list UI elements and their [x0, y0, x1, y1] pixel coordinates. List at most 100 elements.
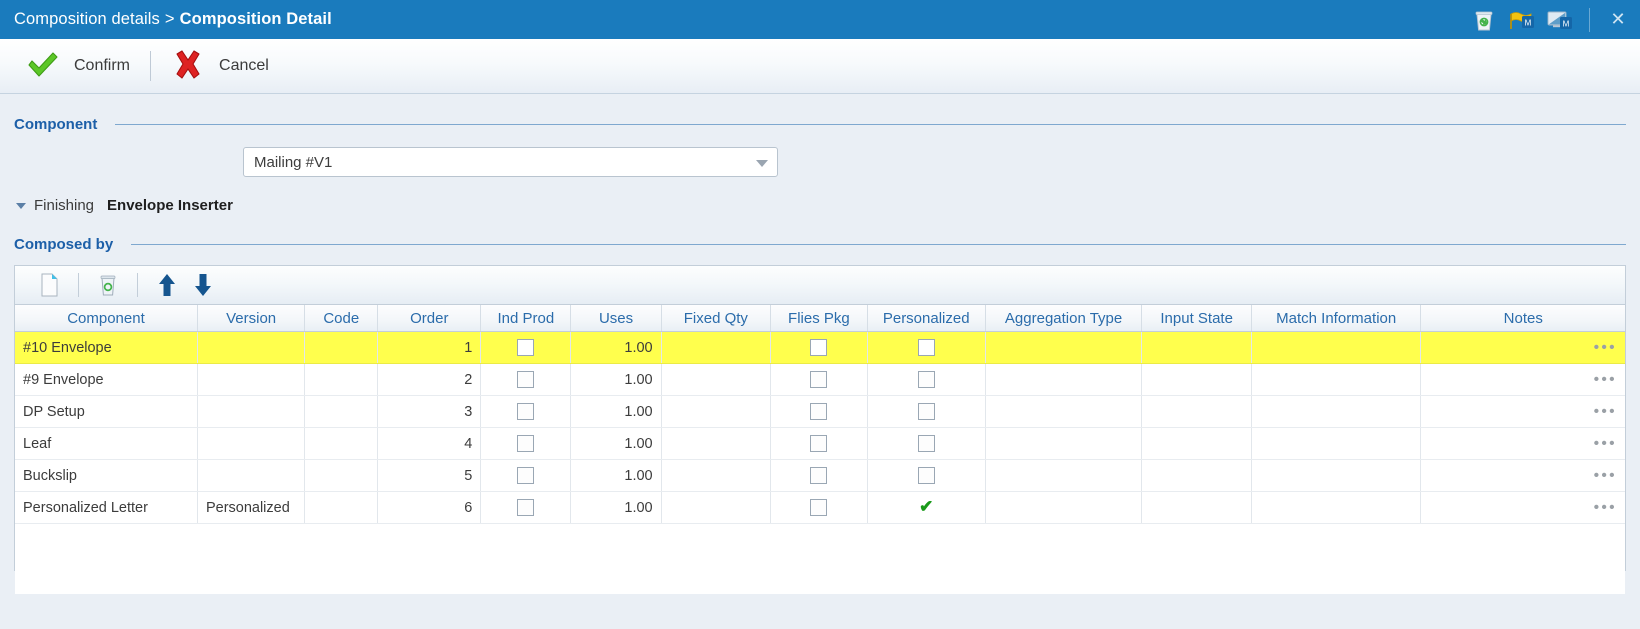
- cell-component[interactable]: Leaf: [15, 427, 198, 460]
- table-row[interactable]: #9 Envelope 2 1.00 •••: [15, 363, 1625, 396]
- notes-ellipsis-button[interactable]: •••: [1594, 467, 1617, 484]
- cell-order[interactable]: 6: [377, 491, 482, 524]
- cell-code[interactable]: [304, 459, 379, 492]
- cell-aggregation-type[interactable]: [985, 331, 1143, 364]
- cell-version[interactable]: [197, 331, 306, 364]
- cell-notes[interactable]: •••: [1420, 459, 1625, 492]
- cell-personalized-box[interactable]: [917, 403, 935, 420]
- col-personalized[interactable]: Personalized: [867, 305, 986, 332]
- confirm-button[interactable]: Confirm: [18, 44, 138, 88]
- cell-version[interactable]: [197, 459, 306, 492]
- cell-input-state[interactable]: [1141, 331, 1252, 364]
- cell-ind-prod-box[interactable]: [517, 499, 535, 516]
- col-version[interactable]: Version: [197, 305, 306, 332]
- cell-notes[interactable]: •••: [1420, 331, 1625, 364]
- chevron-down-icon[interactable]: [756, 160, 768, 167]
- col-uses[interactable]: Uses: [570, 305, 662, 332]
- cell-input-state[interactable]: [1141, 491, 1252, 524]
- cell-uses[interactable]: 1.00: [570, 491, 662, 524]
- cell-component[interactable]: Buckslip: [15, 459, 198, 492]
- cell-order[interactable]: 4: [377, 427, 482, 460]
- cell-input-state[interactable]: [1141, 459, 1252, 492]
- col-input-state[interactable]: Input State: [1141, 305, 1252, 332]
- cell-uses[interactable]: 1.00: [570, 363, 662, 396]
- arrow-down-icon[interactable]: [185, 268, 221, 302]
- cell-component[interactable]: DP Setup: [15, 395, 198, 428]
- arrow-up-icon[interactable]: [149, 268, 185, 302]
- cell-aggregation-type[interactable]: [985, 363, 1143, 396]
- cell-flies-pkg[interactable]: [770, 395, 868, 428]
- cell-flies-pkg-box[interactable]: [810, 467, 828, 484]
- col-order[interactable]: Order: [377, 305, 482, 332]
- cell-personalized[interactable]: [867, 395, 986, 428]
- notes-ellipsis-button[interactable]: •••: [1594, 499, 1617, 516]
- notes-ellipsis-button[interactable]: •••: [1594, 371, 1617, 388]
- cell-fixed-qty[interactable]: [661, 331, 772, 364]
- cell-code[interactable]: [304, 491, 379, 524]
- cell-personalized-box[interactable]: [917, 467, 935, 484]
- cell-flies-pkg[interactable]: [770, 331, 868, 364]
- cell-notes[interactable]: •••: [1420, 395, 1625, 428]
- cell-flies-pkg-box[interactable]: [810, 435, 828, 452]
- close-icon[interactable]: ✕: [1596, 0, 1640, 39]
- trash-bin-icon[interactable]: [1465, 0, 1503, 39]
- cell-ind-prod-box[interactable]: [517, 435, 535, 452]
- cell-version[interactable]: [197, 427, 306, 460]
- breadcrumb-parent[interactable]: Composition details: [14, 10, 160, 28]
- cancel-button[interactable]: Cancel: [163, 44, 277, 88]
- new-document-icon[interactable]: [31, 268, 67, 302]
- col-match-information[interactable]: Match Information: [1251, 305, 1422, 332]
- cell-version[interactable]: Personalized: [197, 491, 306, 524]
- cell-order[interactable]: 3: [377, 395, 482, 428]
- cell-personalized[interactable]: [867, 363, 986, 396]
- cell-flies-pkg[interactable]: [770, 459, 868, 492]
- cell-match-information[interactable]: [1251, 331, 1422, 364]
- col-flies-pkg[interactable]: Flies Pkg: [770, 305, 868, 332]
- cell-aggregation-type[interactable]: [985, 427, 1143, 460]
- cell-aggregation-type[interactable]: [985, 459, 1143, 492]
- cell-match-information[interactable]: [1251, 459, 1422, 492]
- col-ind-prod[interactable]: Ind Prod: [480, 305, 572, 332]
- cell-personalized-box[interactable]: [917, 435, 935, 452]
- cell-component[interactable]: #9 Envelope: [15, 363, 198, 396]
- cell-flies-pkg-box[interactable]: [810, 499, 828, 516]
- table-row[interactable]: #10 Envelope 1 1.00 •••: [15, 331, 1625, 364]
- cell-match-information[interactable]: [1251, 363, 1422, 396]
- cell-version[interactable]: [197, 395, 306, 428]
- delete-trash-icon[interactable]: [90, 268, 126, 302]
- screen-badge-icon[interactable]: M: [1541, 0, 1579, 39]
- cell-version[interactable]: [197, 363, 306, 396]
- cell-uses[interactable]: 1.00: [570, 427, 662, 460]
- cell-uses[interactable]: 1.00: [570, 395, 662, 428]
- cell-personalized-box[interactable]: [917, 371, 935, 388]
- cell-input-state[interactable]: [1141, 427, 1252, 460]
- cell-match-information[interactable]: [1251, 427, 1422, 460]
- component-dropdown[interactable]: Mailing #V1: [243, 147, 778, 177]
- cell-ind-prod-box[interactable]: [517, 339, 535, 356]
- cell-flies-pkg-box[interactable]: [810, 403, 828, 420]
- cell-ind-prod-box[interactable]: [517, 467, 535, 484]
- cell-code[interactable]: [304, 427, 379, 460]
- cell-fixed-qty[interactable]: [661, 395, 772, 428]
- cell-order[interactable]: 5: [377, 459, 482, 492]
- cell-input-state[interactable]: [1141, 395, 1252, 428]
- cell-personalized-box[interactable]: [917, 339, 935, 356]
- cell-match-information[interactable]: [1251, 491, 1422, 524]
- col-code[interactable]: Code: [304, 305, 379, 332]
- yellow-flag-badge-icon[interactable]: M: [1503, 0, 1541, 39]
- col-notes[interactable]: Notes: [1420, 305, 1625, 332]
- cell-flies-pkg-box[interactable]: [810, 339, 828, 356]
- cell-ind-prod[interactable]: [480, 363, 572, 396]
- col-aggregation-type[interactable]: Aggregation Type: [985, 305, 1143, 332]
- cell-notes[interactable]: •••: [1420, 427, 1625, 460]
- cell-ind-prod-box[interactable]: [517, 403, 535, 420]
- cell-uses[interactable]: 1.00: [570, 459, 662, 492]
- cell-fixed-qty[interactable]: [661, 363, 772, 396]
- cell-order[interactable]: 1: [377, 331, 482, 364]
- cell-match-information[interactable]: [1251, 395, 1422, 428]
- cell-notes[interactable]: •••: [1420, 491, 1625, 524]
- cell-aggregation-type[interactable]: [985, 491, 1143, 524]
- cell-ind-prod[interactable]: [480, 459, 572, 492]
- cell-component[interactable]: Personalized Letter: [15, 491, 198, 524]
- table-row[interactable]: Leaf 4 1.00 •••: [15, 427, 1625, 460]
